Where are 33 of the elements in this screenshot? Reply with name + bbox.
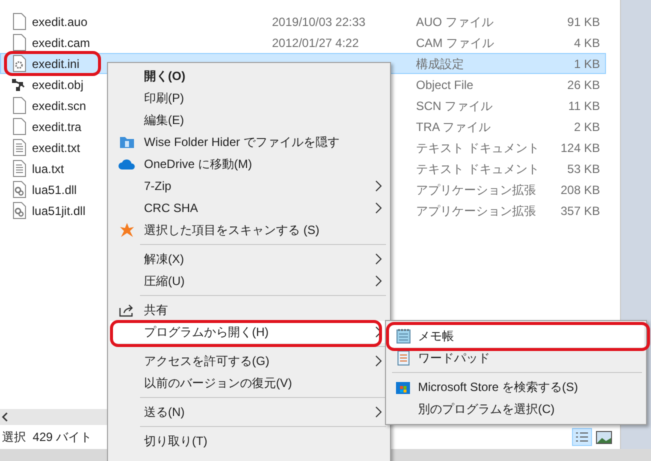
file-size: 1 KB — [572, 56, 600, 72]
file-name: lua.txt — [32, 162, 64, 176]
file-name: exedit.auo — [32, 14, 88, 28]
file-size: 357 KB — [560, 202, 600, 220]
status-text: 選択 429 バイト — [2, 429, 92, 446]
file-type: テキスト ドキュメント — [416, 160, 540, 178]
file-date: 2019/10/03 22:33 — [272, 14, 366, 28]
file-type: TRA ファイル — [416, 118, 492, 136]
file-type: SCN ファイル — [416, 98, 494, 114]
file-date: 2012/01/27 4:22 — [272, 36, 359, 50]
file-type: Object File — [416, 76, 474, 94]
file-size: 91 KB — [566, 14, 600, 30]
file-name: lua51jit.dll — [32, 204, 86, 218]
file-name: exedit.cam — [32, 36, 90, 50]
file-type: アプリケーション拡張 — [416, 202, 537, 220]
file-size: 53 KB — [566, 160, 600, 178]
file-name: exedit.obj — [32, 78, 84, 92]
file-type: 構成設定 — [416, 56, 465, 72]
file-name: exedit.scn — [32, 98, 86, 112]
file-name: exedit.tra — [32, 120, 82, 134]
file-name: lua51.dll — [32, 182, 77, 196]
file-name: exedit.ini — [32, 56, 80, 70]
file-type: AUO ファイル — [416, 14, 494, 30]
file-size: 26 KB — [566, 76, 600, 94]
file-type: CAM ファイル — [416, 34, 495, 52]
file-size: 4 KB — [572, 34, 600, 52]
file-size: 124 KB — [560, 140, 600, 156]
file-type: アプリケーション拡張 — [416, 182, 537, 198]
file-size: 208 KB — [560, 182, 600, 198]
file-size: 11 KB — [567, 98, 600, 114]
file-type: テキスト ドキュメント — [416, 140, 540, 156]
file-size: 2 KB — [572, 118, 600, 136]
file-name: exedit.txt — [32, 140, 80, 154]
